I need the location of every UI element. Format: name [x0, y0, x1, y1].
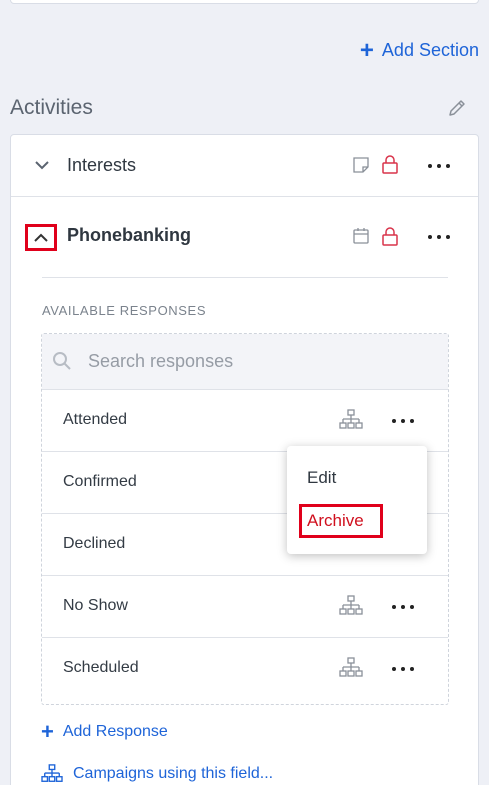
activity-title: Interests [67, 155, 137, 175]
hierarchy-icon[interactable] [339, 409, 363, 431]
more-options-icon[interactable] [392, 665, 414, 673]
lock-icon [382, 155, 398, 174]
calendar-icon [353, 228, 369, 244]
hierarchy-icon[interactable] [339, 657, 363, 679]
divider [42, 277, 448, 278]
add-response-label: Add Response [62, 723, 168, 740]
response-label: Attended [63, 411, 128, 428]
add-section-button[interactable]: + Add Section [359, 36, 479, 64]
plus-icon: + [359, 36, 374, 64]
response-label: Confirmed [63, 473, 137, 490]
add-section-label: Add Section [381, 40, 479, 60]
search-bar [42, 334, 448, 390]
list-item: Attended [42, 390, 448, 452]
context-menu: Edit Archive [287, 446, 427, 554]
add-response-button[interactable]: + Add Response [41, 719, 168, 744]
list-item: Scheduled [42, 638, 448, 700]
more-options-icon[interactable] [392, 417, 414, 425]
response-label: Declined [63, 535, 126, 552]
campaigns-link[interactable]: Campaigns using this field... [41, 764, 273, 784]
list-item: No Show [42, 576, 448, 638]
menu-item-edit[interactable]: Edit [307, 468, 336, 488]
hierarchy-icon[interactable] [339, 595, 363, 617]
collapse-button[interactable] [25, 224, 57, 251]
menu-item-archive[interactable]: Archive [299, 504, 383, 538]
previous-section-card [10, 0, 479, 4]
hierarchy-icon [41, 764, 63, 782]
available-responses-label: AVAILABLE RESPONSES [42, 303, 207, 318]
search-icon [53, 352, 71, 370]
more-options-icon[interactable] [392, 603, 414, 611]
activity-row-interests[interactable]: Interests [11, 135, 478, 197]
plus-icon: + [41, 719, 54, 744]
note-icon [353, 157, 369, 173]
more-options-icon[interactable] [428, 233, 450, 241]
more-options-icon[interactable] [428, 162, 450, 170]
response-label: Scheduled [63, 659, 139, 676]
activity-title: Phonebanking [67, 225, 192, 245]
pencil-icon[interactable] [447, 98, 467, 118]
chevron-down-icon[interactable] [34, 159, 50, 171]
response-label: No Show [63, 597, 128, 614]
campaigns-label: Campaigns using this field... [73, 765, 274, 782]
lock-icon [382, 227, 398, 246]
chevron-up-icon [34, 233, 48, 242]
activities-heading: Activities [10, 96, 93, 119]
search-input[interactable] [88, 346, 428, 376]
